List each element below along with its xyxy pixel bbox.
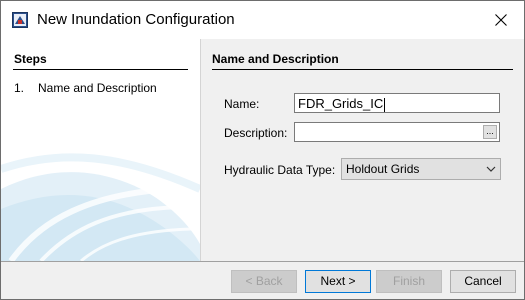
text-caret: [384, 97, 386, 112]
close-icon: [495, 14, 507, 26]
decorative-swoosh-graphic: [1, 153, 200, 261]
hydraulic-data-type-select[interactable]: Holdout Grids: [341, 158, 501, 180]
back-button[interactable]: < Back: [231, 270, 297, 293]
step-number: 1.: [14, 81, 25, 95]
button-bar: < Back Next > Finish Cancel: [1, 261, 524, 299]
section-divider: [212, 69, 513, 70]
steps-pane: Steps 1. Name and Description: [1, 39, 201, 261]
finish-button[interactable]: Finish: [376, 270, 442, 293]
app-window-icon: [12, 12, 28, 28]
hydraulic-data-type-label: Hydraulic Data Type:: [224, 163, 336, 177]
chevron-down-icon: [486, 166, 496, 172]
window-title: New Inundation Configuration: [37, 11, 235, 28]
description-field[interactable]: ...: [294, 122, 500, 142]
title-bar: New Inundation Configuration: [1, 1, 524, 39]
content-pane: Name and Description Name: FDR_Grids_IC …: [201, 39, 524, 261]
steps-heading: Steps: [14, 52, 47, 66]
close-button[interactable]: [478, 1, 524, 39]
step-label: Name and Description: [38, 81, 157, 95]
browse-button[interactable]: ...: [483, 125, 497, 139]
name-label: Name:: [224, 97, 260, 111]
steps-divider: [13, 69, 188, 70]
description-label: Description:: [224, 126, 288, 140]
hydraulic-data-type-value: Holdout Grids: [346, 162, 420, 176]
section-heading: Name and Description: [212, 52, 339, 66]
dialog-window: New Inundation Configuration Steps 1. Nam…: [0, 0, 525, 300]
cancel-button[interactable]: Cancel: [450, 270, 516, 293]
name-field-value: FDR_Grids_IC: [298, 96, 384, 111]
next-button[interactable]: Next >: [305, 270, 371, 293]
name-field[interactable]: FDR_Grids_IC: [294, 93, 500, 113]
step-item: 1. Name and Description: [14, 81, 157, 95]
